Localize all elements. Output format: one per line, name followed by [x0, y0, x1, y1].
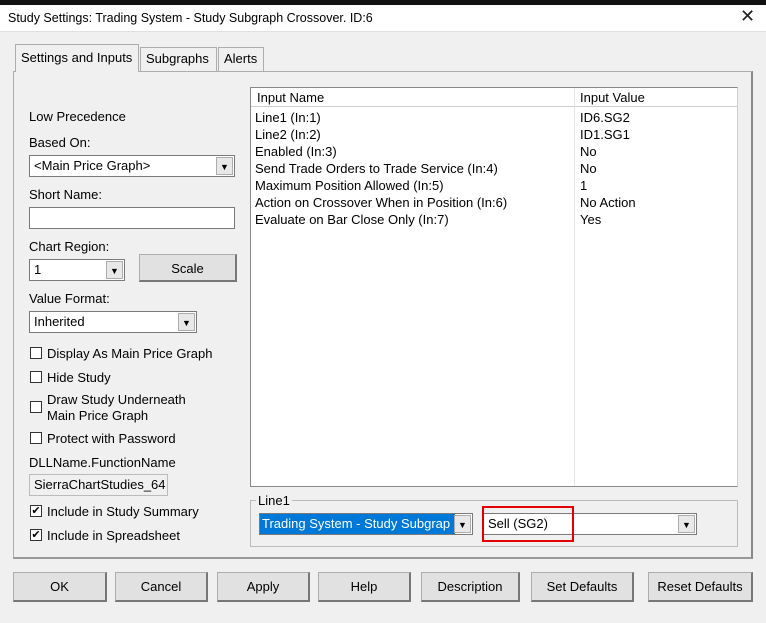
value-format-select[interactable]: Inherited ▼ — [29, 311, 197, 333]
input-name: Line2 (In:2) — [255, 127, 321, 142]
dll-input: SierraChartStudies_64 — [29, 474, 168, 496]
input-value: No — [580, 161, 597, 176]
chevron-down-icon[interactable]: ▼ — [678, 515, 695, 533]
display-as-main-checkbox[interactable] — [30, 347, 42, 359]
table-row[interactable]: Evaluate on Bar Close Only (In:7) Yes — [251, 211, 737, 228]
ok-button[interactable]: OK — [13, 572, 107, 602]
value-format-label: Value Format: — [29, 291, 110, 306]
table-row[interactable]: Enabled (In:3) No — [251, 143, 737, 160]
short-name-label: Short Name: — [29, 187, 102, 202]
input-value: ID1.SG1 — [580, 127, 630, 142]
dll-label: DLLName.FunctionName — [29, 455, 176, 470]
table-row[interactable]: Maximum Position Allowed (In:5) 1 — [251, 177, 737, 194]
include-spreadsheet-label: Include in Spreadsheet — [47, 528, 180, 543]
draw-underneath-label-2: Main Price Graph — [47, 408, 149, 423]
value-format-value: Inherited — [34, 314, 85, 329]
chart-region-select[interactable]: 1 ▼ — [29, 259, 125, 281]
chevron-down-icon[interactable]: ▼ — [454, 515, 471, 533]
input-value: ID6.SG2 — [580, 110, 630, 125]
hide-study-label: Hide Study — [47, 370, 111, 385]
line1-group-label: Line1 — [256, 493, 292, 508]
chevron-down-icon[interactable]: ▼ — [216, 157, 233, 175]
header-input-name: Input Name — [257, 90, 325, 105]
study-select[interactable]: Trading System - Study Subgrap ▼ — [259, 513, 473, 535]
input-value: No Action — [580, 195, 636, 210]
based-on-label: Based On: — [29, 135, 91, 150]
table-row[interactable]: Line2 (In:2) ID1.SG1 — [251, 126, 737, 143]
close-icon[interactable]: ✕ — [740, 6, 755, 27]
based-on-select[interactable]: <Main Price Graph> ▼ — [29, 155, 235, 177]
precedence-label: Low Precedence — [29, 109, 126, 124]
include-summary-label: Include in Study Summary — [47, 504, 199, 519]
input-name: Enabled (In:3) — [255, 144, 337, 159]
input-name: Action on Crossover When in Position (In… — [255, 195, 508, 210]
inputs-table: Input Name Input Value Line1 (In:1) ID6.S… — [250, 87, 738, 487]
chevron-down-icon[interactable]: ▼ — [178, 313, 195, 331]
window-title: Study Settings: Trading System - Study S… — [8, 11, 373, 25]
chart-region-label: Chart Region: — [29, 239, 110, 254]
hide-study-checkbox[interactable] — [30, 371, 42, 383]
tab-subgraphs[interactable]: Subgraphs — [140, 47, 217, 71]
short-name-input[interactable] — [29, 207, 235, 229]
scale-button[interactable]: Scale — [139, 254, 237, 282]
chart-region-value: 1 — [34, 262, 42, 277]
table-header: Input Name Input Value — [251, 88, 737, 107]
help-button[interactable]: Help — [318, 572, 411, 602]
chevron-down-icon[interactable]: ▼ — [106, 261, 123, 279]
protect-password-checkbox[interactable] — [30, 432, 42, 444]
draw-underneath-label: Draw Study Underneath — [47, 392, 186, 407]
include-summary-checkbox[interactable]: ✔ — [30, 505, 42, 517]
input-name: Line1 (In:1) — [255, 110, 321, 125]
input-value: 1 — [580, 178, 588, 193]
include-spreadsheet-checkbox[interactable]: ✔ — [30, 529, 42, 541]
apply-button[interactable]: Apply — [217, 572, 310, 602]
cancel-button[interactable]: Cancel — [115, 572, 208, 602]
input-name: Send Trade Orders to Trade Service (In:4… — [255, 161, 498, 176]
tab-settings-and-inputs[interactable]: Settings and Inputs — [15, 44, 139, 72]
tab-alerts[interactable]: Alerts — [218, 47, 264, 71]
protect-password-label: Protect with Password — [47, 431, 176, 446]
draw-underneath-checkbox[interactable] — [30, 401, 42, 413]
input-value: Yes — [580, 212, 602, 227]
set-defaults-button[interactable]: Set Defaults — [531, 572, 634, 602]
display-as-main-label: Display As Main Price Graph — [47, 346, 213, 361]
study-select-value: Trading System - Study Subgrap — [260, 514, 455, 534]
header-input-value: Input Value — [580, 90, 645, 105]
based-on-value: <Main Price Graph> — [34, 158, 151, 173]
input-value: No — [580, 144, 597, 159]
reset-defaults-button[interactable]: Reset Defaults — [648, 572, 753, 602]
table-row[interactable]: Line1 (In:1) ID6.SG2 — [251, 109, 737, 126]
input-name: Evaluate on Bar Close Only (In:7) — [255, 212, 449, 227]
table-row[interactable]: Send Trade Orders to Trade Service (In:4… — [251, 160, 737, 177]
description-button[interactable]: Description — [421, 572, 520, 602]
highlight-box — [482, 506, 574, 542]
input-name: Maximum Position Allowed (In:5) — [255, 178, 444, 193]
table-row[interactable]: Action on Crossover When in Position (In… — [251, 194, 737, 211]
